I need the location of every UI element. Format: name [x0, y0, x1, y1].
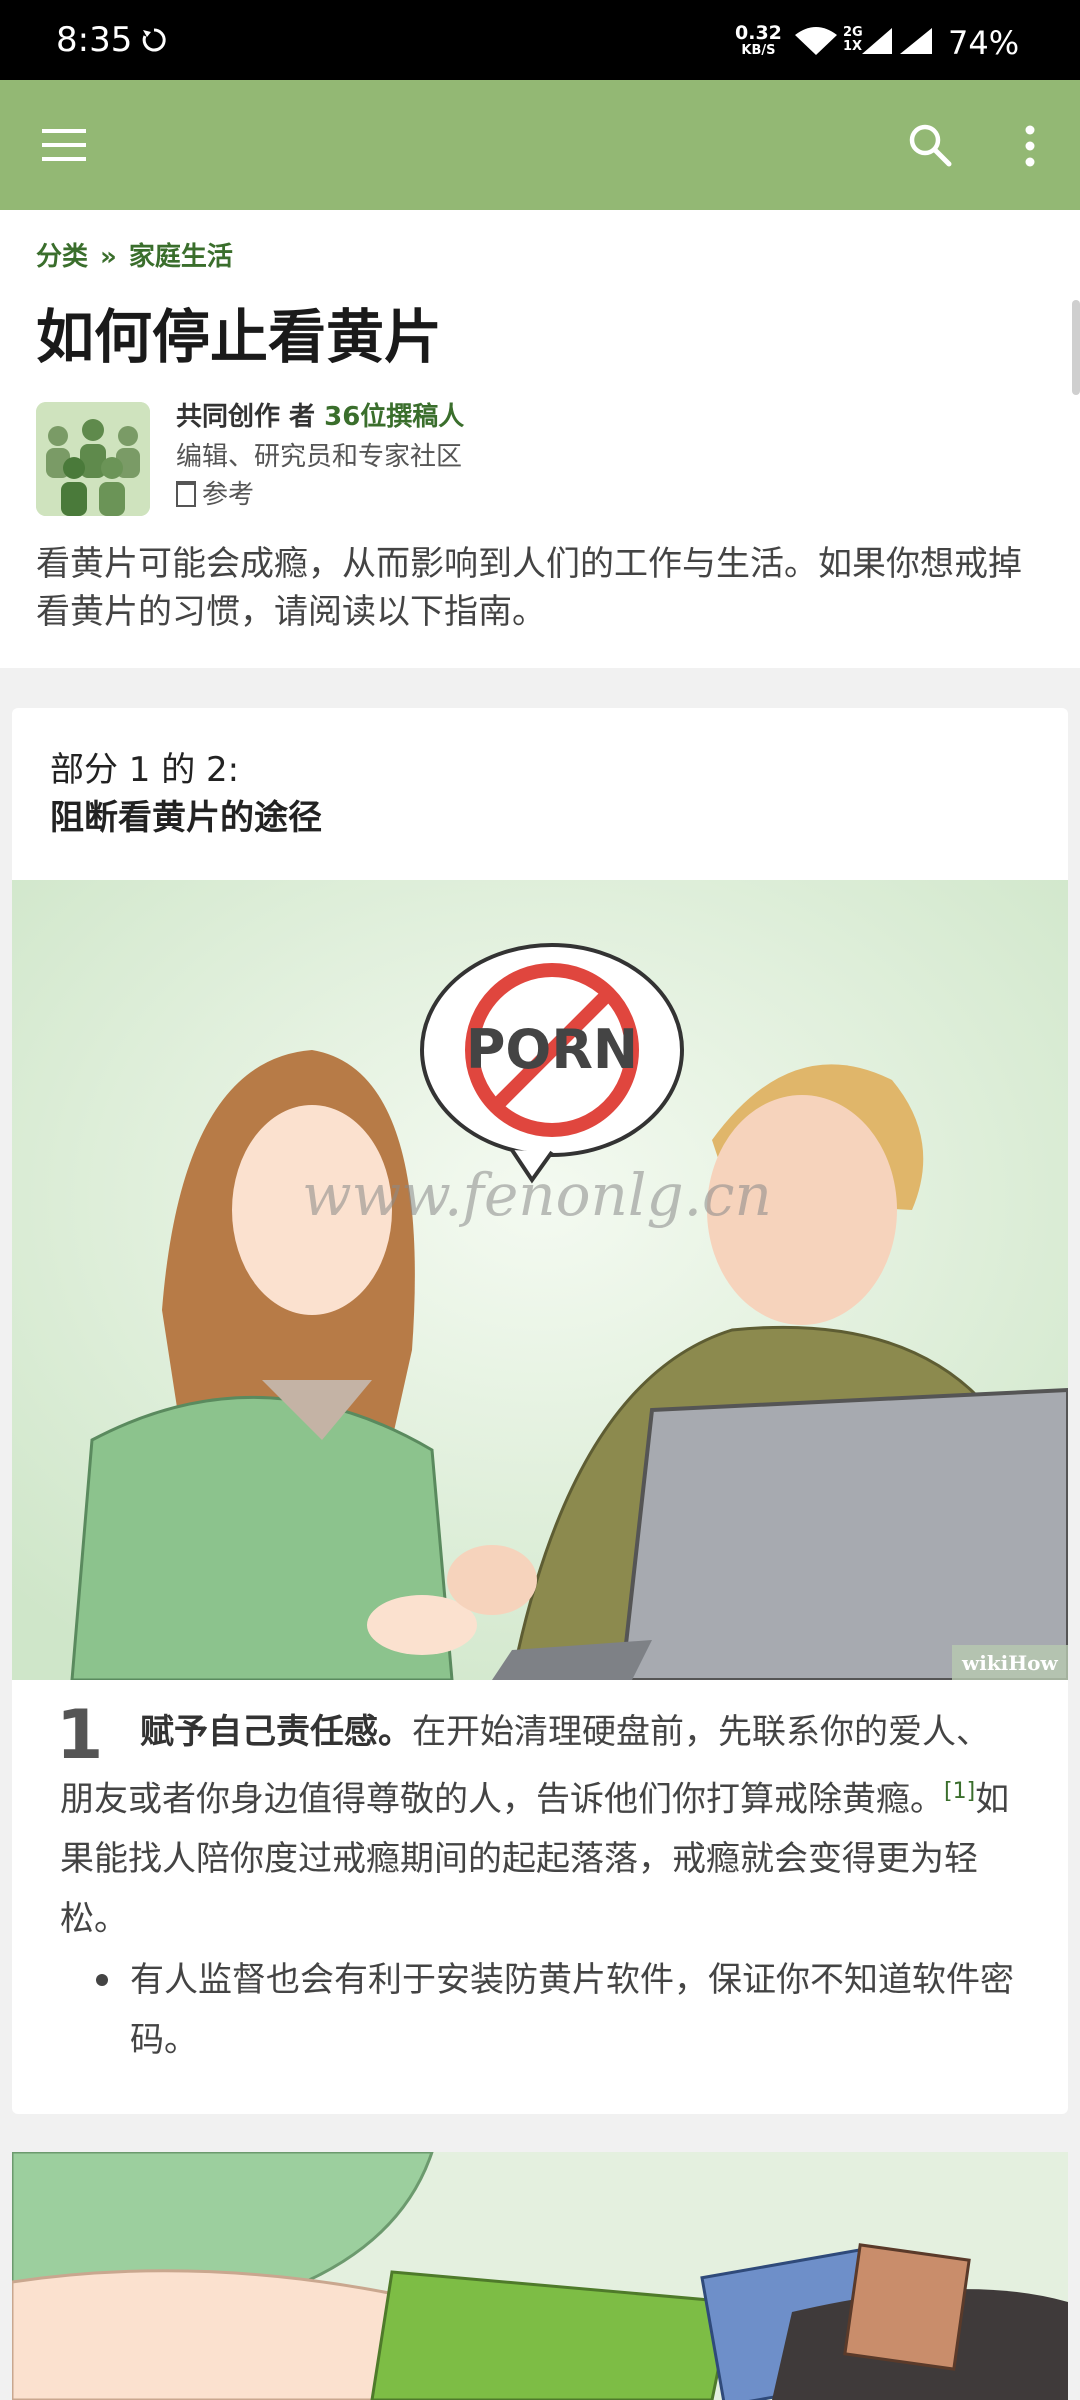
scrollbar[interactable]: [1072, 300, 1080, 395]
part-label: 部分 1 的 2:: [50, 750, 240, 790]
step-bold-lead: 赋予自己责任感。: [140, 1712, 412, 1752]
battery-level: 74%: [948, 24, 1020, 62]
article-intro: 看黄片可能会成瘾，从而影响到人们的工作与生活。如果你想戒掉看黄片的习惯，请阅读以…: [36, 544, 1022, 632]
search-icon[interactable]: [905, 120, 955, 170]
article-header: 分类 » 家庭生活 如何停止看黄片 共同创作 者 36位撰稿人 编辑、研究员和专家社…: [0, 210, 1080, 668]
step-text: 赋予自己责任感。在开始清理硬盘前，先联系你的爱人、朋友或者你身边值得尊敬的人，告…: [60, 1712, 1010, 1940]
network-type: 2G 1X: [843, 25, 863, 54]
signal-icon-1: [862, 28, 892, 54]
sync-icon: [142, 28, 166, 52]
tip-bullet: 有人监督也会有利于安装防黄片软件，保证你不知道软件密码。: [130, 1960, 1014, 2060]
contributors-avatar[interactable]: [36, 402, 150, 516]
status-bar: 8:35 0.32 KB/S 2G 1X 74%: [0, 0, 1080, 80]
author-description: 编辑、研究员和专家社区: [176, 442, 463, 472]
step-illustration[interactable]: PORN www.fenonlg.cn wikiHow: [12, 880, 1068, 1680]
breadcrumb-family-life[interactable]: 家庭生活: [129, 242, 233, 272]
reference-link[interactable]: [1]: [944, 1779, 975, 1804]
wikihow-credit: wikiHow: [961, 1651, 1059, 1675]
references-link[interactable]: 参考: [176, 474, 254, 511]
menu-icon[interactable]: [40, 125, 88, 165]
bubble-sign-text: PORN: [466, 1018, 638, 1081]
status-time: 8:35: [56, 20, 133, 60]
bullet-dot: [96, 1974, 108, 1986]
page-title: 如何停止看黄片: [36, 303, 443, 371]
section-card: 部分 1 的 2: 阻断看黄片的途径 PORN www.fenonlg.cn w…: [12, 708, 1068, 2114]
network-speed: 0.32 KB/S: [735, 22, 782, 59]
breadcrumb-category[interactable]: 分类: [36, 242, 88, 272]
author-line: 共同创作 者 36位撰稿人: [176, 402, 465, 432]
contributors-link[interactable]: 36位撰稿人: [324, 402, 464, 432]
breadcrumb: 分类 » 家庭生活: [36, 236, 233, 273]
breadcrumb-separator: »: [100, 242, 117, 272]
watermark-text: www.fenonlg.cn: [302, 1161, 772, 1229]
document-icon: [176, 481, 196, 507]
app-bar: [0, 80, 1080, 210]
next-step-illustration[interactable]: [12, 2152, 1068, 2400]
part-title: 阻断看黄片的途径: [50, 798, 322, 838]
more-vert-icon[interactable]: [1010, 122, 1050, 170]
signal-icon-2: [900, 28, 932, 54]
wifi-icon: [795, 27, 837, 55]
